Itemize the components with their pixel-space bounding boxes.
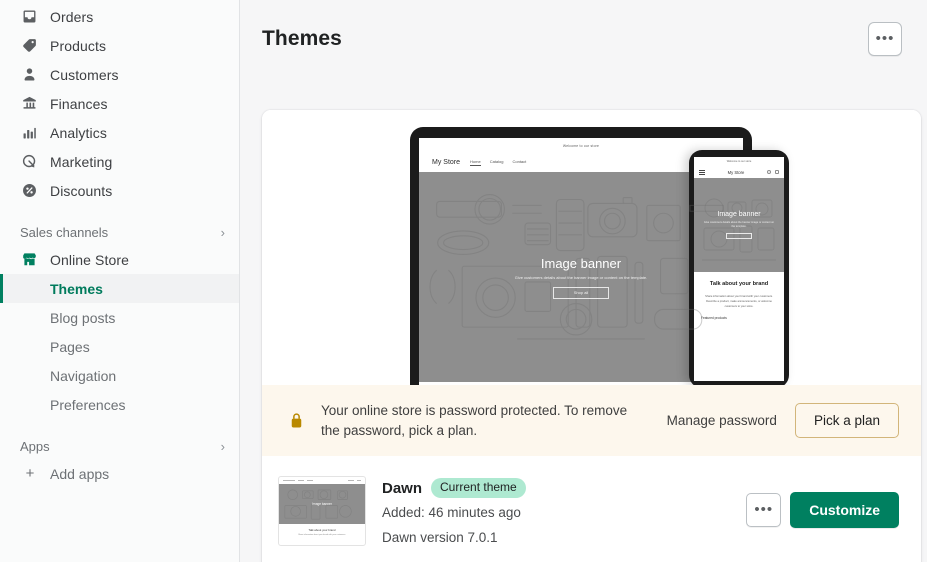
sidebar-item-navigation[interactable]: Navigation xyxy=(0,361,239,390)
manage-password-link[interactable]: Manage password xyxy=(667,413,777,428)
tablet-hero-button-label: Shop all xyxy=(573,290,589,295)
phone-hero-title: Image banner xyxy=(717,211,761,219)
phone-hero: Image banner Give customers details abou… xyxy=(694,178,784,272)
theme-name: Dawn xyxy=(382,479,423,497)
sidebar-item-online-store[interactable]: Online Store xyxy=(0,245,239,274)
current-theme-badge: Current theme xyxy=(431,478,526,498)
plus-icon: + xyxy=(25,465,35,482)
phone-hero-button xyxy=(726,232,752,239)
sidebar-item-finances[interactable]: Finances xyxy=(0,89,239,118)
shopify-admin-window: Orders Products Customers Finances Analy xyxy=(0,0,927,562)
tablet-hero-title: Image banner xyxy=(540,255,622,271)
tablet-nav-link: Catalog xyxy=(489,159,504,164)
apps-section[interactable]: Apps › xyxy=(0,433,239,459)
theme-actions: ••• Customize xyxy=(746,476,899,528)
orders-icon xyxy=(20,8,38,26)
sidebar-item-label: Analytics xyxy=(50,124,107,141)
theme-name-row: Dawn Current theme xyxy=(382,478,526,498)
password-protected-banner: Your online store is password protected.… xyxy=(262,385,921,456)
thumbnail-hero-label: Image banner xyxy=(312,502,332,506)
theme-more-actions-button[interactable]: ••• xyxy=(746,493,782,527)
marketing-target-icon xyxy=(20,153,38,171)
tablet-nav-links: Home Catalog Contact xyxy=(470,159,526,166)
sidebar-item-label: Marketing xyxy=(50,153,113,170)
tablet-hero-subtitle: Give customers details about the banner … xyxy=(514,274,648,280)
theme-library-card: Welcome to our store My Store Home Catal… xyxy=(262,110,921,562)
thumbnail-hero: Image banner xyxy=(279,484,365,524)
sidebar-item-label: Products xyxy=(50,37,107,54)
storefront-icon xyxy=(20,251,38,269)
phone-nav-icons xyxy=(766,170,779,174)
page-header: Themes ••• xyxy=(240,0,927,56)
sidebar-item-discounts[interactable]: Discounts xyxy=(0,176,239,205)
customers-person-icon xyxy=(20,66,38,84)
search-icon xyxy=(766,170,771,174)
thumbnail-nav xyxy=(279,477,365,484)
sidebar-item-orders[interactable]: Orders xyxy=(0,2,239,31)
chevron-right-icon: › xyxy=(220,224,225,240)
finances-bank-icon xyxy=(20,95,38,113)
apps-label: Apps xyxy=(20,438,50,454)
add-apps-label: Add apps xyxy=(50,465,110,482)
thumbnail-section-title: Talk about your brand xyxy=(308,528,336,532)
sidebar-item-label: Discounts xyxy=(50,182,113,199)
sidebar-item-label: Finances xyxy=(50,95,108,112)
customize-button[interactable]: Customize xyxy=(790,492,899,528)
tablet-nav-link: Contact xyxy=(512,159,527,164)
products-tag-icon xyxy=(20,37,38,55)
analytics-bars-icon xyxy=(20,124,38,142)
theme-info: Dawn Current theme Added: 46 minutes ago… xyxy=(382,476,526,547)
sidebar-item-label: Preferences xyxy=(50,396,126,413)
lock-icon xyxy=(286,411,306,430)
sidebar-item-label: Pages xyxy=(50,338,90,355)
sidebar-item-label: Navigation xyxy=(50,367,117,384)
sidebar-item-blog-posts[interactable]: Blog posts xyxy=(0,303,239,332)
chevron-right-icon: › xyxy=(220,438,225,454)
thumbnail-section-body: Share information about your brand with … xyxy=(298,534,346,536)
sidebar-item-label: Orders xyxy=(50,8,94,25)
sidebar-item-preferences[interactable]: Preferences xyxy=(0,390,239,419)
theme-added-date: Added: 46 minutes ago xyxy=(382,505,521,520)
page-title: Themes xyxy=(262,27,342,50)
sidebar-item-label: Online Store xyxy=(50,251,130,268)
phone-announcement-text: Welcome to our store xyxy=(726,160,752,163)
sidebar: Orders Products Customers Finances Analy xyxy=(0,0,240,562)
theme-thumbnail: Image banner Talk about your brand Share… xyxy=(278,476,366,546)
banner-message: Your online store is password protected.… xyxy=(321,402,628,438)
tablet-announcement-bar: Welcome to our store xyxy=(419,138,743,153)
tablet-nav-link: Home xyxy=(470,159,481,166)
sales-channels-section[interactable]: Sales channels › xyxy=(0,219,239,245)
discounts-percent-icon xyxy=(20,182,38,200)
sales-channels-label: Sales channels xyxy=(20,224,109,240)
sidebar-item-pages[interactable]: Pages xyxy=(0,332,239,361)
phone-announcement-bar: Welcome to our store xyxy=(694,157,784,166)
sidebar-item-label: Themes xyxy=(50,280,103,297)
main-content: Themes ••• Welcome to our store My Store xyxy=(240,0,927,562)
sidebar-item-customers[interactable]: Customers xyxy=(0,60,239,89)
current-theme-row: Image banner Talk about your brand Share… xyxy=(262,456,921,562)
phone-hero-subtitle: Give customers details about the banner … xyxy=(703,221,775,228)
banner-actions: Manage password Pick a plan xyxy=(667,403,899,438)
pick-a-plan-button[interactable]: Pick a plan xyxy=(794,403,899,438)
sidebar-item-products[interactable]: Products xyxy=(0,31,239,60)
tablet-store-logo: My Store xyxy=(432,159,461,166)
tablet-announcement-text: Welcome to our store xyxy=(562,143,600,148)
sidebar-item-analytics[interactable]: Analytics xyxy=(0,118,239,147)
sidebar-item-themes[interactable]: Themes xyxy=(0,274,239,303)
theme-preview-area: Welcome to our store My Store Home Catal… xyxy=(262,110,921,385)
theme-version: Dawn version 7.0.1 xyxy=(382,529,498,545)
sidebar-item-marketing[interactable]: Marketing xyxy=(0,147,239,176)
thumbnail-body: Talk about your brand Share information … xyxy=(279,524,365,538)
sidebar-item-label: Blog posts xyxy=(50,309,116,326)
page-more-actions-button[interactable]: ••• xyxy=(868,22,902,56)
add-apps-button[interactable]: + Add apps xyxy=(0,459,239,488)
sidebar-item-label: Customers xyxy=(50,66,119,83)
tablet-hero-button: Shop all xyxy=(553,286,609,299)
cart-icon xyxy=(774,170,779,174)
